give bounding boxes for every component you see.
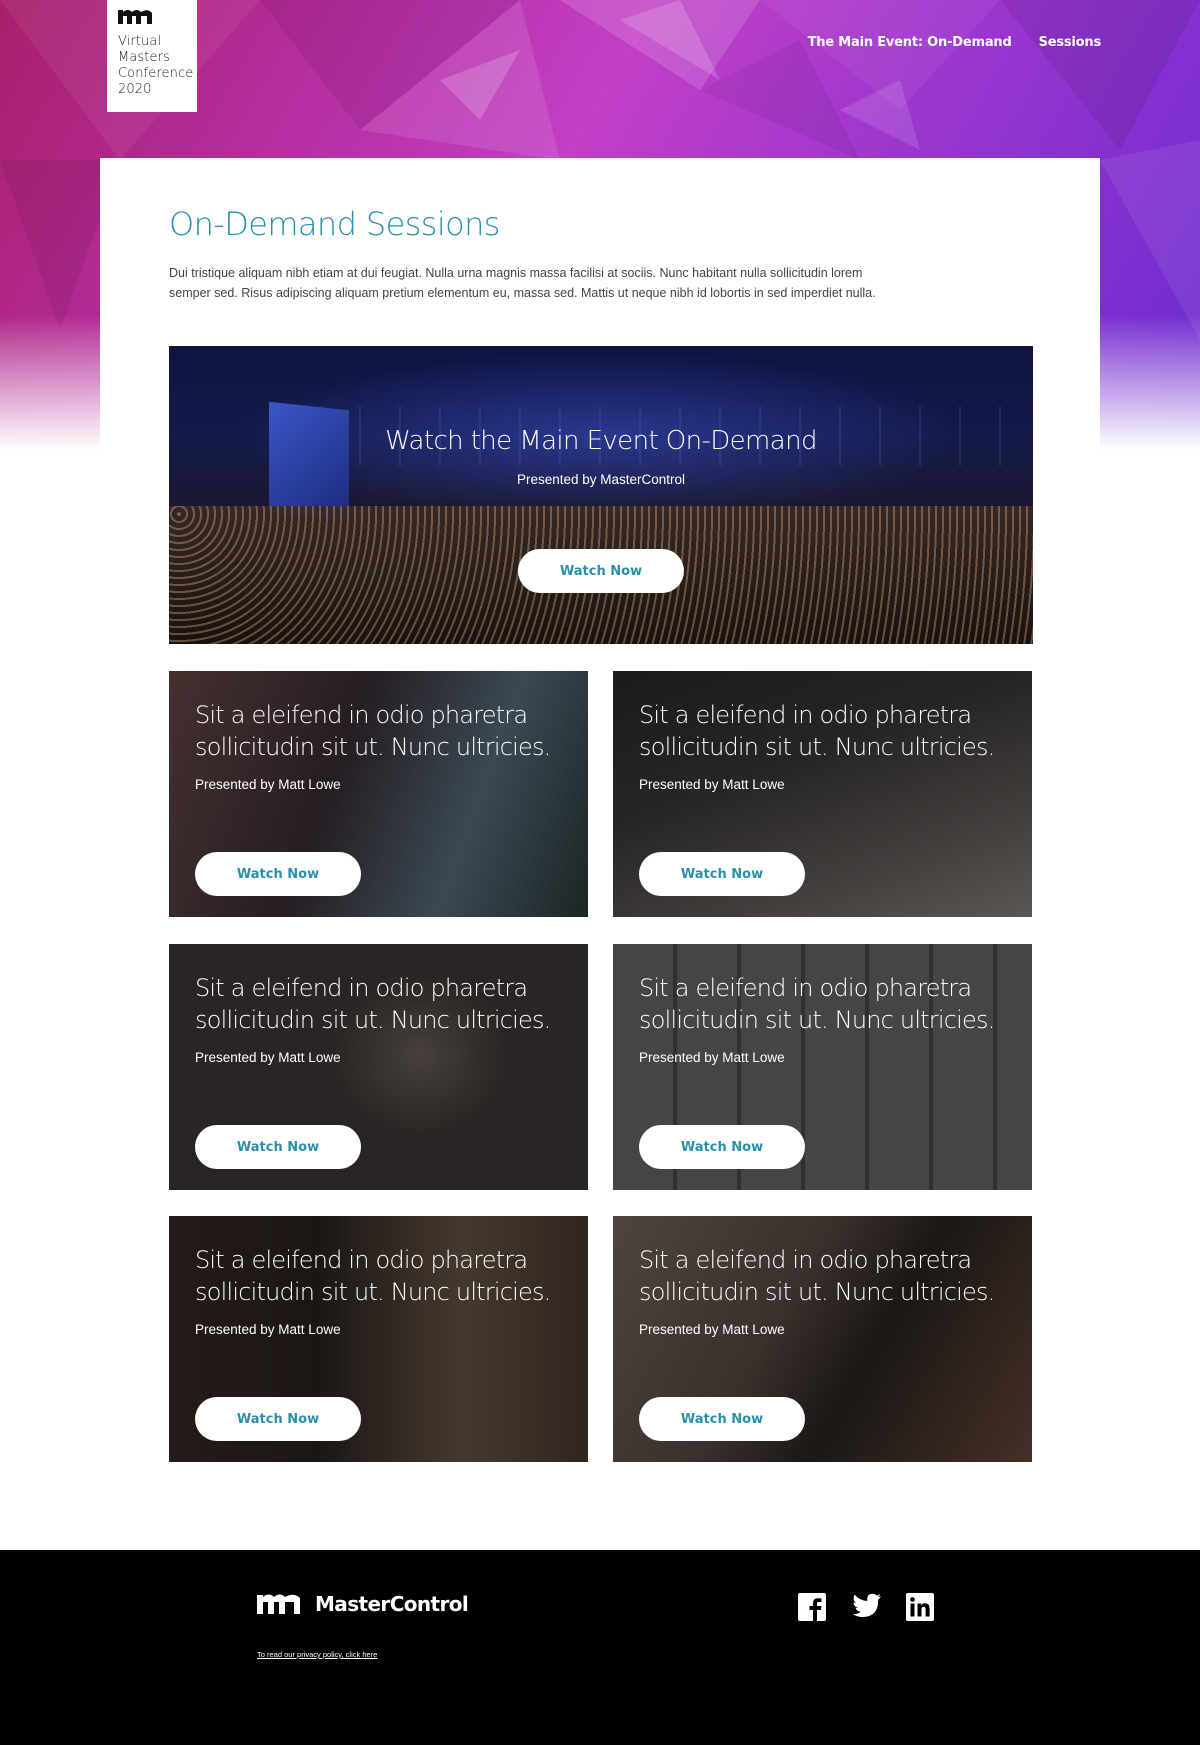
footer-brand: MasterControl [315,1592,469,1616]
linkedin-icon[interactable] [906,1593,936,1623]
feature-banner: Watch the Main Event On-Demand Presented… [169,346,1033,644]
social-links [798,1593,936,1623]
feature-presenter: Presented by MasterControl [516,472,686,487]
session-card: Sit a eleifend in odio pharetra sollicit… [613,1216,1032,1462]
nav-main-event[interactable]: The Main Event: On-Demand [808,35,1012,50]
session-title: Sit a eleifend in odio pharetra sollicit… [195,1246,551,1306]
session-presenter: Presented by Matt Lowe [639,1322,785,1337]
mastercontrol-logo-icon [118,10,152,24]
feature-title: Watch the Main Event On-Demand [385,426,817,456]
session-title: Sit a eleifend in odio pharetra sollicit… [195,974,551,1034]
twitter-icon[interactable] [852,1593,882,1623]
privacy-policy-link[interactable]: To read our privacy policy, click here [257,1650,377,1659]
session-card: Sit a eleifend in odio pharetra sollicit… [169,1216,588,1462]
session-card: Sit a eleifend in odio pharetra sollicit… [169,944,588,1190]
footer: MasterControl To read our privacy policy… [0,1550,1200,1745]
page-title: On-Demand Sessions [169,205,500,243]
session-card: Sit a eleifend in odio pharetra sollicit… [613,671,1032,917]
session-title: Sit a eleifend in odio pharetra sollicit… [639,701,995,761]
session-watch-button[interactable]: Watch Now [195,1397,361,1441]
session-watch-button[interactable]: Watch Now [195,852,361,896]
session-presenter: Presented by Matt Lowe [639,777,785,792]
feature-watch-button[interactable]: Watch Now [518,549,684,593]
session-title: Sit a eleifend in odio pharetra sollicit… [639,974,995,1034]
session-title: Sit a eleifend in odio pharetra sollicit… [639,1246,995,1306]
session-card: Sit a eleifend in odio pharetra sollicit… [613,944,1032,1190]
session-presenter: Presented by Matt Lowe [639,1050,785,1065]
session-card: Sit a eleifend in odio pharetra sollicit… [169,671,588,917]
session-watch-button[interactable]: Watch Now [195,1125,361,1169]
session-watch-button[interactable]: Watch Now [639,1397,805,1441]
session-watch-button[interactable]: Watch Now [639,1125,805,1169]
logo-text: Virtual Masters Conference 2020 [118,34,194,97]
session-presenter: Presented by Matt Lowe [195,1050,341,1065]
session-watch-button[interactable]: Watch Now [639,852,805,896]
session-title: Sit a eleifend in odio pharetra sollicit… [195,701,551,761]
session-presenter: Presented by Matt Lowe [195,1322,341,1337]
stage-screen-image [269,401,349,521]
logo[interactable]: Virtual Masters Conference 2020 [107,0,197,112]
top-navigation: The Main Event: On-Demand Sessions [808,35,1102,50]
intro-text: Dui tristique aliquam nibh etiam at dui … [169,266,876,300]
session-presenter: Presented by Matt Lowe [195,777,341,792]
footer-logo[interactable]: MasterControl [257,1592,469,1616]
facebook-icon[interactable] [798,1593,828,1623]
nav-sessions[interactable]: Sessions [1039,35,1102,50]
mastercontrol-logo-icon [257,1594,300,1614]
